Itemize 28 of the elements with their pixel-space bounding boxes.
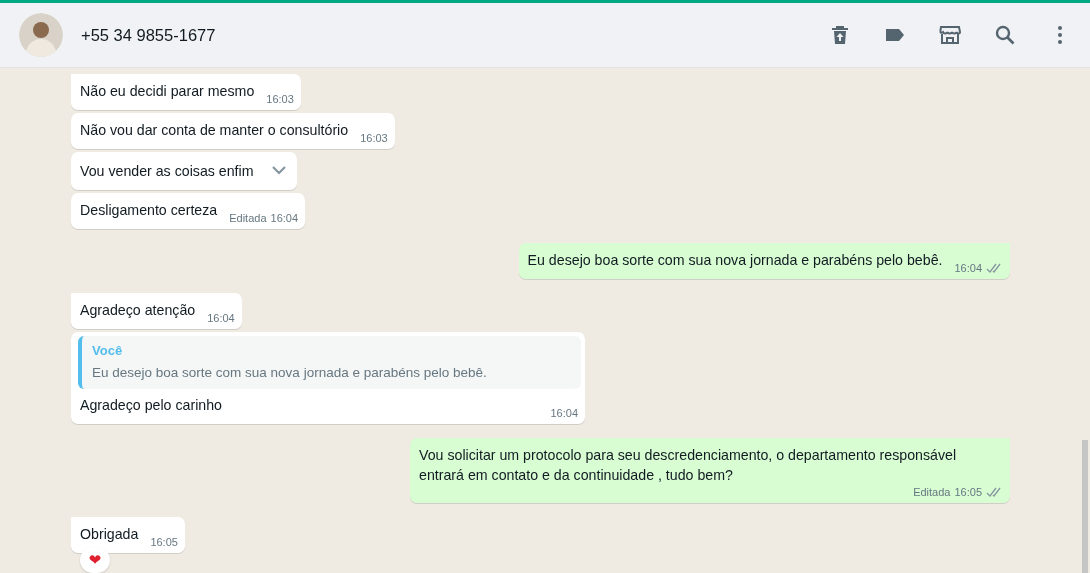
message-time: 16:03 — [266, 92, 294, 106]
message-text: Obrigada — [80, 525, 139, 544]
avatar[interactable] — [19, 13, 63, 57]
message-time: 16:05 — [150, 535, 178, 549]
message-text: Desligamento certeza — [80, 201, 218, 220]
message-text: Eu desejo boa sorte com sua nova jornada e parabéns pelo bebê. — [527, 251, 943, 270]
message-text: Agradeço pelo carinho — [79, 396, 223, 415]
message-time: 16:04 — [954, 261, 982, 275]
edited-label: Editada — [913, 485, 951, 499]
storefront-icon[interactable] — [938, 23, 962, 47]
message-time: 16:04 — [270, 211, 299, 225]
message-text: Vou solicitar um protocolo para seu descredenciamento, o departamento responsável entrará em contato e da continuidade , tudo bem? — [419, 446, 958, 485]
message-text: Agradeço atenção — [80, 301, 196, 320]
reaction-emoji: ❤ — [88, 552, 102, 568]
quoted-message[interactable]: Você Eu desejo boa sorte com sua nova jornada e parabéns pelo bebê. — [78, 336, 581, 389]
reaction-badge[interactable]: ❤ — [80, 547, 110, 573]
message-text: Não eu decidi parar mesmo — [80, 82, 255, 101]
message-time: 16:03 — [360, 131, 388, 145]
message-text: Vou vender as coisas enfim — [80, 162, 254, 181]
quote-author: Você — [92, 342, 124, 360]
search-icon[interactable] — [993, 23, 1017, 47]
scrollbar[interactable] — [1082, 440, 1088, 573]
quote-text: Eu desejo boa sorte com sua nova jornada e parabéns pelo bebê. — [92, 364, 488, 382]
edited-label: Editada — [229, 211, 267, 225]
message-time: 16:04 — [550, 406, 578, 420]
message-time: 16:05 — [954, 485, 982, 499]
message-text: Não vou dar conta de manter o consultório — [80, 121, 349, 140]
message-time: 16:04 — [207, 311, 235, 325]
